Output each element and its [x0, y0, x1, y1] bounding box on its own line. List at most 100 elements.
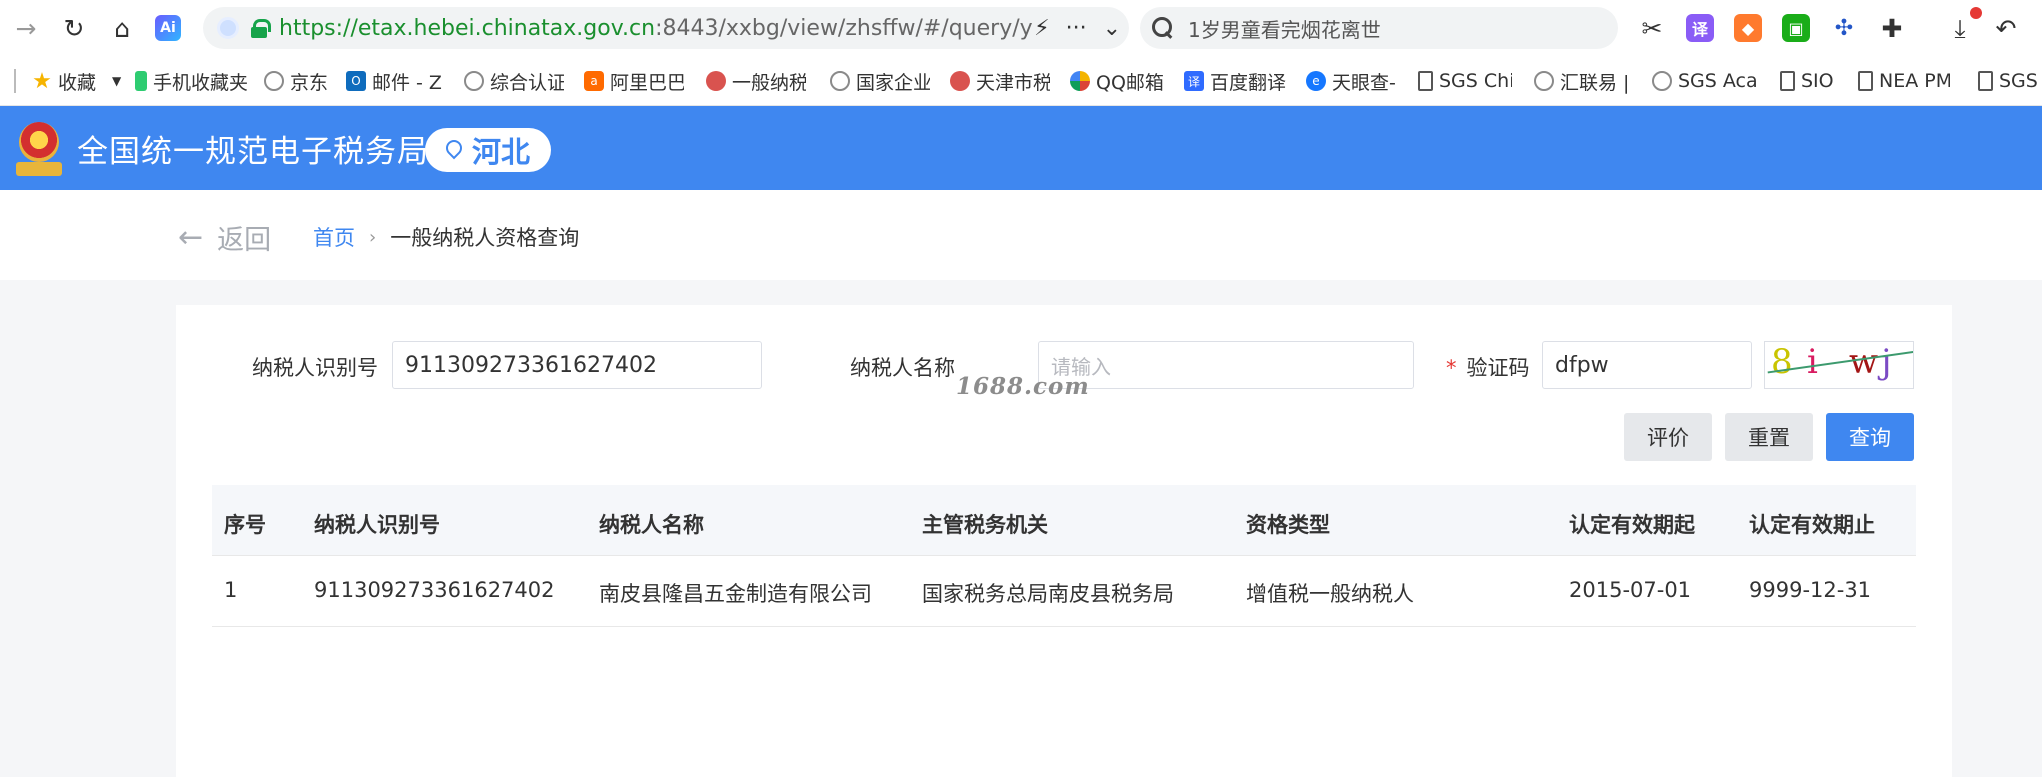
network-extension-icon[interactable]: ✣: [1830, 14, 1858, 42]
emblem-icon: [706, 71, 726, 91]
url-host: etax.hebei.chinatax.gov.cn: [357, 15, 656, 41]
puzzle-extension-icon[interactable]: ✚: [1874, 10, 1910, 46]
captcha-image[interactable]: 8 i w j: [1764, 341, 1914, 389]
bookmark-mail[interactable]: O 邮件 - Z: [346, 68, 442, 94]
column-header: 认定有效期起: [1569, 513, 1695, 537]
breadcrumb-home-link[interactable]: 首页: [313, 222, 355, 252]
captcha-char: w: [1849, 342, 1879, 382]
back-button[interactable]: ← 返回: [178, 218, 271, 257]
more-icon[interactable]: ···: [1066, 16, 1087, 41]
translate-extension-icon[interactable]: 译: [1686, 14, 1714, 42]
taxpayer-name-label: 纳税人名称: [850, 356, 955, 380]
query-button[interactable]: 查询: [1826, 413, 1914, 461]
baidu-translate-icon: 译: [1184, 71, 1204, 91]
globe-icon: [1652, 71, 1672, 91]
document-icon: [1978, 71, 1993, 91]
breadcrumb-bar: ← 返回 首页 › 一般纳税人资格查询: [0, 190, 2042, 280]
required-asterisk: *: [1446, 356, 1457, 380]
bookmark-general-taxpayer[interactable]: 一般纳税: [706, 68, 806, 94]
taxpayer-id-label: 纳税人识别号: [252, 356, 378, 380]
chevron-down-icon[interactable]: ⌄: [1103, 16, 1121, 41]
table-cell: 南皮县隆昌五金制造有限公司: [599, 582, 872, 606]
search-input[interactable]: 1岁男童看完烟花离世: [1140, 7, 1618, 49]
bookmark-tianjin-tax[interactable]: 天津市税: [950, 68, 1050, 94]
captcha-label: * 验证码: [1446, 356, 1530, 380]
bookmark-mobile[interactable]: 手机收藏夹: [135, 68, 251, 94]
bookmark-auth[interactable]: 综合认证: [464, 68, 564, 94]
url-path: :8443/xxbg/view/zhsffw/#/query/y: [655, 15, 1033, 41]
bookmark-qqmail[interactable]: QQ邮箱: [1070, 68, 1170, 94]
scissors-icon[interactable]: ✂: [1634, 10, 1670, 46]
bookmark-favorites[interactable]: ★ 收藏: [32, 68, 120, 94]
site-title: 全国统一规范电子税务局: [77, 134, 429, 170]
bookmark-sgs-academy[interactable]: SGS Aca: [1652, 68, 1756, 94]
lock-icon[interactable]: [251, 18, 271, 38]
table-cell: 911309273361627402: [314, 578, 555, 602]
bookmark-sgs[interactable]: SGS: [1978, 68, 2042, 94]
alibaba-icon: a: [584, 71, 604, 91]
reload-icon[interactable]: ↻: [56, 10, 92, 46]
back-label: 返回: [217, 225, 272, 256]
undo-icon[interactable]: ↶: [1988, 10, 2024, 46]
lightning-icon[interactable]: ⚡: [1034, 16, 1049, 41]
bookmark-national-enterprise[interactable]: 国家企业: [830, 68, 930, 94]
bookmark-alibaba[interactable]: a 阿里巴巴: [584, 68, 684, 94]
table-cell: 2015-07-01: [1569, 578, 1692, 602]
outlook-icon: O: [346, 71, 366, 91]
search-text: 1岁男童看完烟花离世: [1188, 17, 1381, 42]
arrow-left-icon: ←: [178, 220, 204, 255]
chevron-down-icon[interactable]: ▼: [112, 68, 126, 94]
national-emblem-icon: [16, 116, 62, 178]
security-shield-icon[interactable]: [217, 17, 239, 39]
column-header: 资格类型: [1246, 513, 1330, 537]
star-icon: ★: [32, 68, 52, 94]
bookmark-baidu-translate[interactable]: 译百度翻译: [1184, 68, 1286, 94]
globe-icon: [264, 71, 284, 91]
bookmarks-bar: ★ 收藏 ▼ 手机收藏夹 京东 O 邮件 - Z 综合认证 a 阿里巴巴 一般纳税 国…: [0, 57, 2042, 106]
site-header: 全国统一规范电子税务局 河北: [0, 106, 2042, 190]
phone-icon: [135, 71, 147, 91]
bookmark-sio[interactable]: SIO: [1780, 68, 1850, 94]
ai-assistant-icon[interactable]: Ai: [150, 10, 186, 46]
results-table-header: 序号 纳税人识别号 纳税人名称 主管税务机关 资格类型 认定有效期起 认定有效期…: [212, 485, 1916, 556]
table-cell: 增值税一般纳税人: [1246, 582, 1414, 606]
captcha-char: i: [1807, 342, 1818, 382]
reset-button[interactable]: 重置: [1725, 413, 1813, 461]
address-bar[interactable]: https://etax.hebei.chinatax.gov.cn:8443/…: [203, 7, 1129, 49]
bookmark-jd[interactable]: 京东: [264, 68, 334, 94]
region-selector[interactable]: 河北: [425, 128, 551, 172]
column-header: 认定有效期止: [1749, 513, 1875, 537]
breadcrumb: 首页 › 一般纳税人资格查询: [313, 222, 579, 252]
chevron-right-icon: ›: [369, 226, 377, 248]
bookmarks-divider: [14, 69, 16, 93]
bookmark-huilianyi[interactable]: 汇联易 |: [1534, 68, 1634, 94]
forward-icon[interactable]: →: [8, 10, 44, 46]
search-icon: [1152, 17, 1174, 39]
home-icon[interactable]: ⌂: [104, 10, 140, 46]
taxpayer-id-input[interactable]: 911309273361627402: [392, 341, 762, 389]
column-header: 纳税人名称: [599, 513, 704, 537]
captcha-char: j: [1881, 342, 1892, 382]
evaluate-button[interactable]: 评价: [1624, 413, 1712, 461]
table-cell: 1: [224, 578, 238, 602]
table-row: 1 911309273361627402 南皮县隆昌五金制造有限公司 国家税务总…: [212, 556, 1916, 627]
url-scheme: https://: [279, 15, 358, 41]
wechat-extension-icon[interactable]: ▣: [1782, 14, 1810, 42]
table-cell: 国家税务总局南皮县税务局: [922, 582, 1174, 606]
document-icon: [1858, 71, 1873, 91]
bookmark-nea-pm[interactable]: NEA PM: [1858, 68, 1950, 94]
qqmail-icon: [1070, 71, 1090, 91]
taxpayer-id-value: 911309273361627402: [405, 352, 657, 378]
taxpayer-name-input[interactable]: 请输入: [1038, 341, 1414, 389]
column-header: 主管税务机关: [922, 513, 1048, 537]
document-icon: [1780, 71, 1795, 91]
captcha-input[interactable]: dfpw: [1542, 341, 1752, 389]
game-extension-icon[interactable]: ◆: [1734, 14, 1762, 42]
bookmark-sgs-china[interactable]: SGS Chi: [1418, 68, 1512, 94]
query-card: 纳税人识别号 911309273361627402 纳税人名称 请输入 1688…: [176, 305, 1952, 777]
browser-toolbar: → ↻ ⌂ Ai https://etax.hebei.chinatax.gov…: [0, 0, 2042, 57]
tianyancha-icon: e: [1306, 71, 1326, 91]
watermark-text: 1688.com: [956, 373, 1090, 400]
bookmark-tianyancha[interactable]: e 天眼查-: [1306, 68, 1406, 94]
breadcrumb-current: 一般纳税人资格查询: [390, 226, 580, 250]
